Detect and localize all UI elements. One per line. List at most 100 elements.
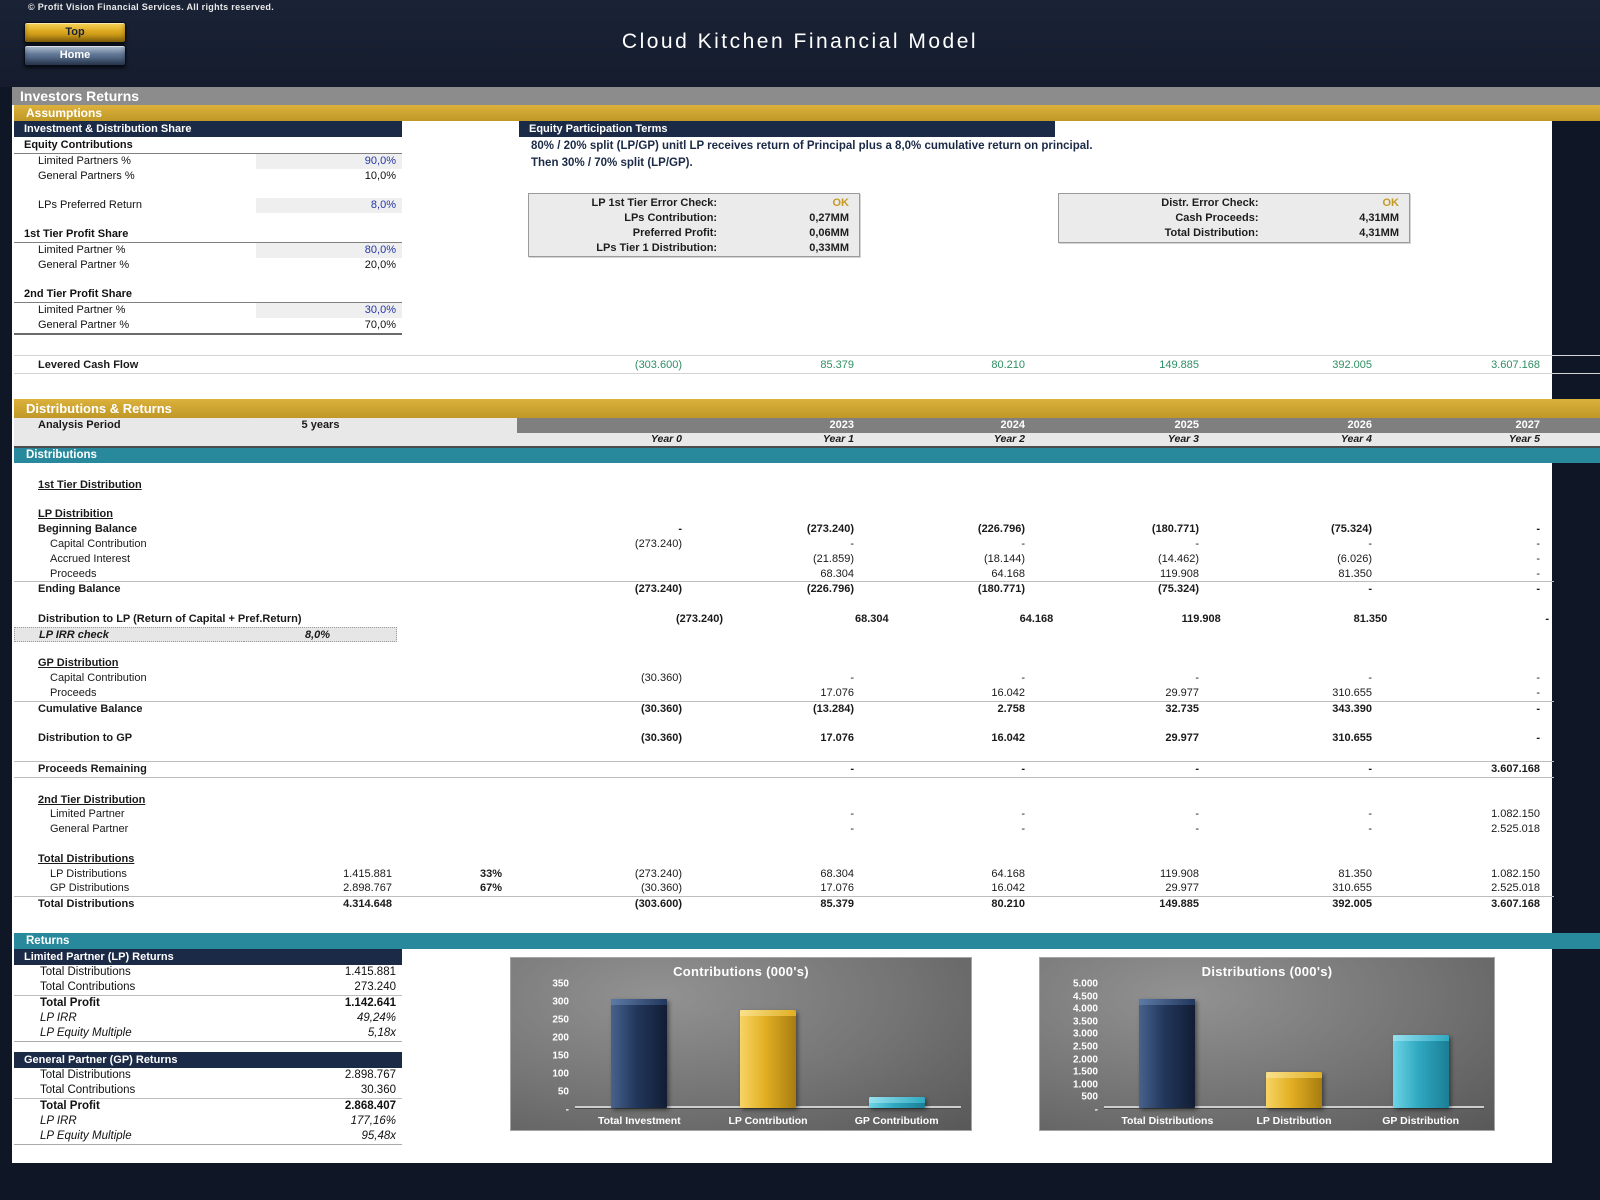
cell[interactable]: 17.076	[687, 731, 859, 746]
cell[interactable]: (273.240)	[555, 612, 728, 627]
cell[interactable]: -	[1377, 522, 1545, 537]
cell[interactable]: 8,0%	[244, 627, 397, 642]
cell[interactable]: -	[687, 671, 859, 686]
cell[interactable]: -	[859, 807, 1030, 822]
assumption-value-cell[interactable]: 10,0%	[256, 169, 402, 184]
cell[interactable]: 119.908	[1030, 867, 1204, 882]
cell[interactable]: -	[1377, 582, 1545, 597]
returns-value[interactable]: 5,18x	[246, 1026, 402, 1041]
cell[interactable]: 68.304	[728, 612, 894, 627]
cell[interactable]: 85.379	[687, 897, 859, 912]
cell[interactable]: 3.607.168	[1377, 762, 1545, 777]
cell[interactable]: 29.977	[1030, 686, 1204, 701]
cell[interactable]: 392.005	[1204, 357, 1377, 374]
cell[interactable]: -	[1204, 537, 1377, 552]
cell[interactable]: 17.076	[687, 686, 859, 701]
cell[interactable]: (273.240)	[687, 522, 859, 537]
analysis-period-value[interactable]: 5 years	[244, 418, 397, 433]
cell[interactable]: 33%	[397, 867, 507, 882]
cell[interactable]: (30.360)	[507, 671, 687, 686]
cell[interactable]: 68.304	[687, 567, 859, 582]
cell[interactable]: 2.525.018	[1377, 822, 1545, 837]
cell[interactable]: -	[1377, 537, 1545, 552]
assumption-value-cell[interactable]: 70,0%	[256, 318, 402, 333]
cell[interactable]: -	[687, 537, 859, 552]
cell[interactable]: 81.350	[1204, 567, 1377, 582]
cell[interactable]: 310.655	[1204, 881, 1377, 896]
cell[interactable]: -	[687, 807, 859, 822]
assumption-value-cell[interactable]: 20,0%	[256, 258, 402, 273]
cell[interactable]: -	[859, 537, 1030, 552]
assumption-input-cell[interactable]: 80,0%	[256, 243, 402, 258]
returns-value[interactable]: 2.868.407	[246, 1099, 402, 1114]
cell[interactable]: -	[1377, 552, 1545, 567]
returns-value[interactable]: 95,48x	[246, 1129, 402, 1144]
cell[interactable]: (18.144)	[859, 552, 1030, 567]
cell[interactable]: 16.042	[859, 881, 1030, 896]
returns-value[interactable]: 273.240	[246, 980, 402, 995]
cell[interactable]: (30.360)	[507, 702, 687, 717]
cell[interactable]: 64.168	[859, 567, 1030, 582]
cell[interactable]: -	[1377, 731, 1545, 746]
cell[interactable]: -	[1204, 762, 1377, 777]
year-header-cell[interactable]: 2025	[1030, 418, 1204, 433]
year-header-cell[interactable]: 2024	[859, 418, 1030, 433]
cell[interactable]: (273.240)	[507, 582, 687, 597]
cell[interactable]: (75.324)	[1030, 582, 1204, 597]
cell[interactable]: (273.240)	[507, 537, 687, 552]
cell[interactable]: (30.360)	[507, 731, 687, 746]
cell[interactable]: (303.600)	[507, 897, 687, 912]
assumption-input-cell[interactable]: 8,0%	[256, 198, 402, 213]
cell[interactable]: 16.042	[859, 686, 1030, 701]
cell[interactable]: 392.005	[1204, 897, 1377, 912]
year-header-cell[interactable]: 2026	[1204, 418, 1377, 433]
cell[interactable]: -	[1377, 686, 1545, 701]
cell[interactable]: (273.240)	[507, 867, 687, 882]
returns-value[interactable]: 1.142.641	[246, 996, 402, 1011]
cell[interactable]: -	[1030, 822, 1204, 837]
cell[interactable]: 29.977	[1030, 881, 1204, 896]
cell[interactable]: -	[1204, 807, 1377, 822]
cell[interactable]: (75.324)	[1204, 522, 1377, 537]
cell[interactable]: 343.390	[1204, 702, 1377, 717]
year-header-cell[interactable]: 2027	[1377, 418, 1545, 433]
cell[interactable]: 3.607.168	[1377, 357, 1545, 374]
cell[interactable]: 2.898.767	[244, 881, 397, 896]
cell[interactable]: (30.360)	[507, 881, 687, 896]
cell[interactable]: (180.771)	[859, 582, 1030, 597]
cell[interactable]: 310.655	[1204, 731, 1377, 746]
cell[interactable]: -	[1030, 537, 1204, 552]
year-header-cell[interactable]: 2023	[687, 418, 859, 433]
returns-value[interactable]: 1.415.881	[246, 965, 402, 980]
cell[interactable]: -	[687, 762, 859, 777]
cell[interactable]: -	[1377, 671, 1545, 686]
cell[interactable]: 85.379	[687, 357, 859, 374]
cell[interactable]: 149.885	[1030, 897, 1204, 912]
cell[interactable]: 119.908	[1030, 567, 1204, 582]
cell[interactable]: -	[1377, 567, 1545, 582]
cell[interactable]: (303.600)	[507, 357, 687, 374]
cell[interactable]: 1.415.881	[244, 867, 397, 882]
cell[interactable]: 32.735	[1030, 702, 1204, 717]
cell[interactable]: -	[859, 762, 1030, 777]
cell[interactable]: -	[1030, 762, 1204, 777]
cell[interactable]: 64.168	[859, 867, 1030, 882]
cell[interactable]: -	[1030, 807, 1204, 822]
returns-value[interactable]: 2.898.767	[246, 1068, 402, 1083]
cell[interactable]: (13.284)	[687, 702, 859, 717]
cell[interactable]: (226.796)	[859, 522, 1030, 537]
cell[interactable]: 2.758	[859, 702, 1030, 717]
returns-value[interactable]: 177,16%	[246, 1114, 402, 1129]
cell[interactable]: 2.525.018	[1377, 881, 1545, 896]
cell[interactable]: 310.655	[1204, 686, 1377, 701]
cell[interactable]: 3.607.168	[1377, 897, 1545, 912]
cell[interactable]: (180.771)	[1030, 522, 1204, 537]
cell[interactable]: 67%	[397, 881, 507, 896]
cell[interactable]: (21.859)	[687, 552, 859, 567]
returns-value[interactable]: 30.360	[246, 1083, 402, 1098]
cell[interactable]: 1.082.150	[1377, 867, 1545, 882]
cell[interactable]: -	[507, 522, 687, 537]
cell[interactable]: 119.908	[1058, 612, 1226, 627]
cell[interactable]: -	[859, 822, 1030, 837]
assumption-input-cell[interactable]: 30,0%	[256, 303, 402, 318]
